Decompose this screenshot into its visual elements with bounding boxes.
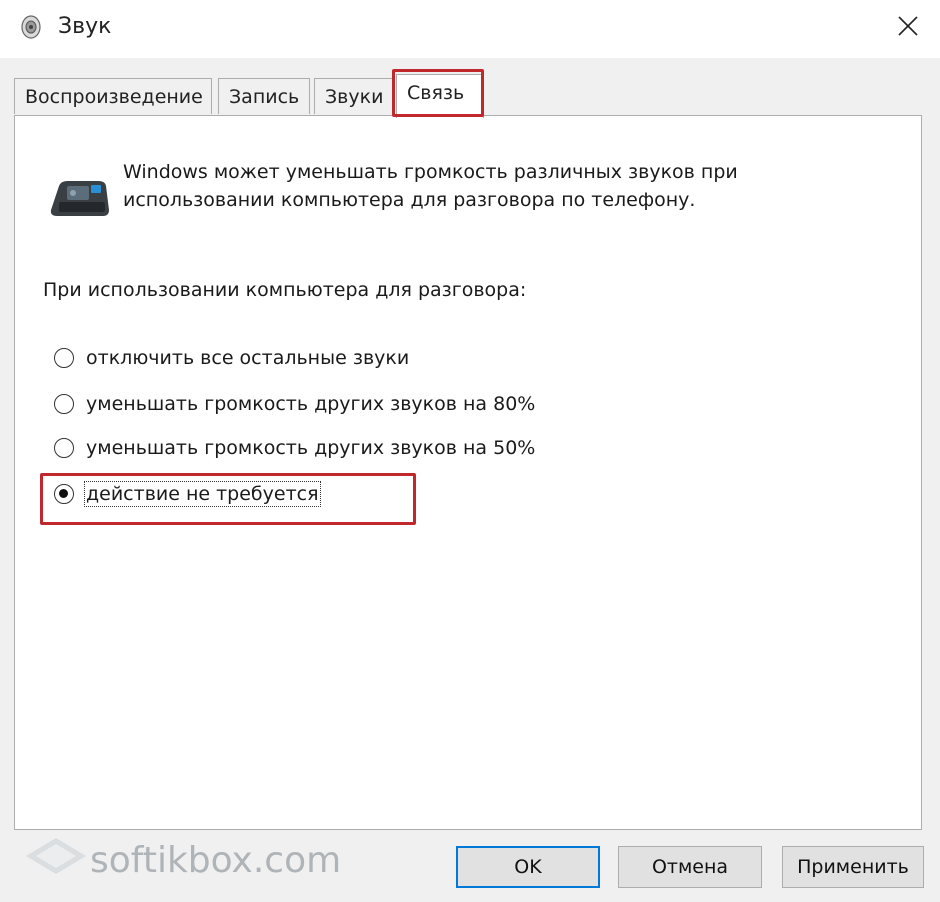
options-heading: При использовании компьютера для разгово… [43, 279, 527, 301]
option-label: действие не требуется [84, 481, 321, 507]
apply-button[interactable]: Применить [782, 846, 924, 888]
title-bar: Звук [0, 0, 940, 58]
option-label: уменьшать громкость других звуков на 50% [86, 437, 536, 459]
speaker-icon [21, 15, 41, 39]
description-line-1: Windows может уменьшать громкость различ… [123, 161, 738, 183]
tab-recording[interactable]: Запись [218, 78, 310, 114]
option-reduce-50[interactable]: уменьшать громкость других звуков на 50% [54, 433, 535, 463]
option-reduce-80[interactable]: уменьшать громкость других звуков на 80% [54, 389, 535, 419]
radio-button[interactable] [54, 438, 74, 458]
communications-panel: Windows может уменьшать громкость различ… [14, 115, 922, 830]
radio-button[interactable] [54, 394, 74, 414]
description-line-2: использовании компьютера для разговора п… [123, 189, 696, 211]
radio-button-checked[interactable] [54, 484, 74, 504]
ok-button[interactable]: OK [456, 846, 600, 888]
window-title: Звук [58, 14, 112, 39]
option-do-nothing[interactable]: действие не требуется [54, 479, 321, 509]
option-label: отключить все остальные звуки [86, 347, 410, 369]
telephone-icon [50, 181, 109, 216]
tab-playback[interactable]: Воспроизведение [14, 78, 212, 114]
tab-communications[interactable]: Связь [396, 74, 484, 118]
close-button[interactable] [880, 4, 936, 48]
close-icon [898, 16, 918, 36]
option-mute-all[interactable]: отключить все остальные звуки [54, 343, 409, 373]
tab-sounds[interactable]: Звуки [314, 78, 394, 114]
cancel-button[interactable]: Отмена [618, 846, 762, 888]
radio-button[interactable] [54, 348, 74, 368]
description: Windows может уменьшать громкость различ… [123, 158, 883, 214]
watermark-text: softikbox.com [90, 840, 342, 881]
option-label: уменьшать громкость других звуков на 80% [86, 393, 536, 415]
